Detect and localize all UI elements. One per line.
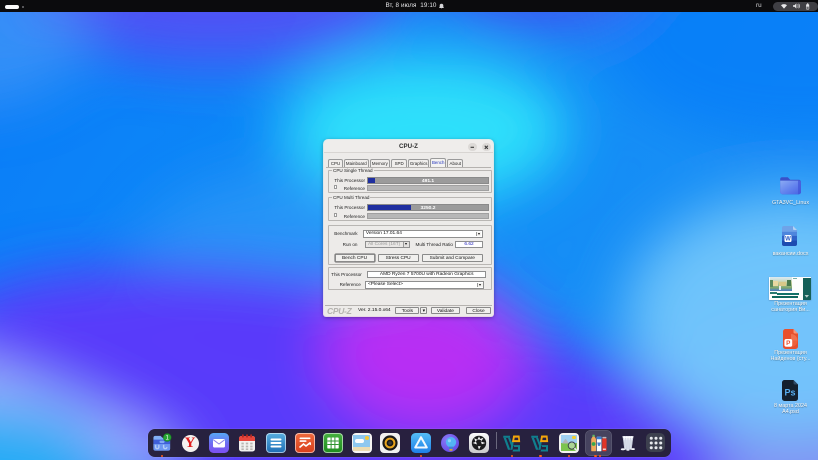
svg-text:W: W [785, 237, 791, 243]
svg-text:Ps: Ps [784, 388, 795, 398]
svg-text:P: P [786, 340, 791, 347]
